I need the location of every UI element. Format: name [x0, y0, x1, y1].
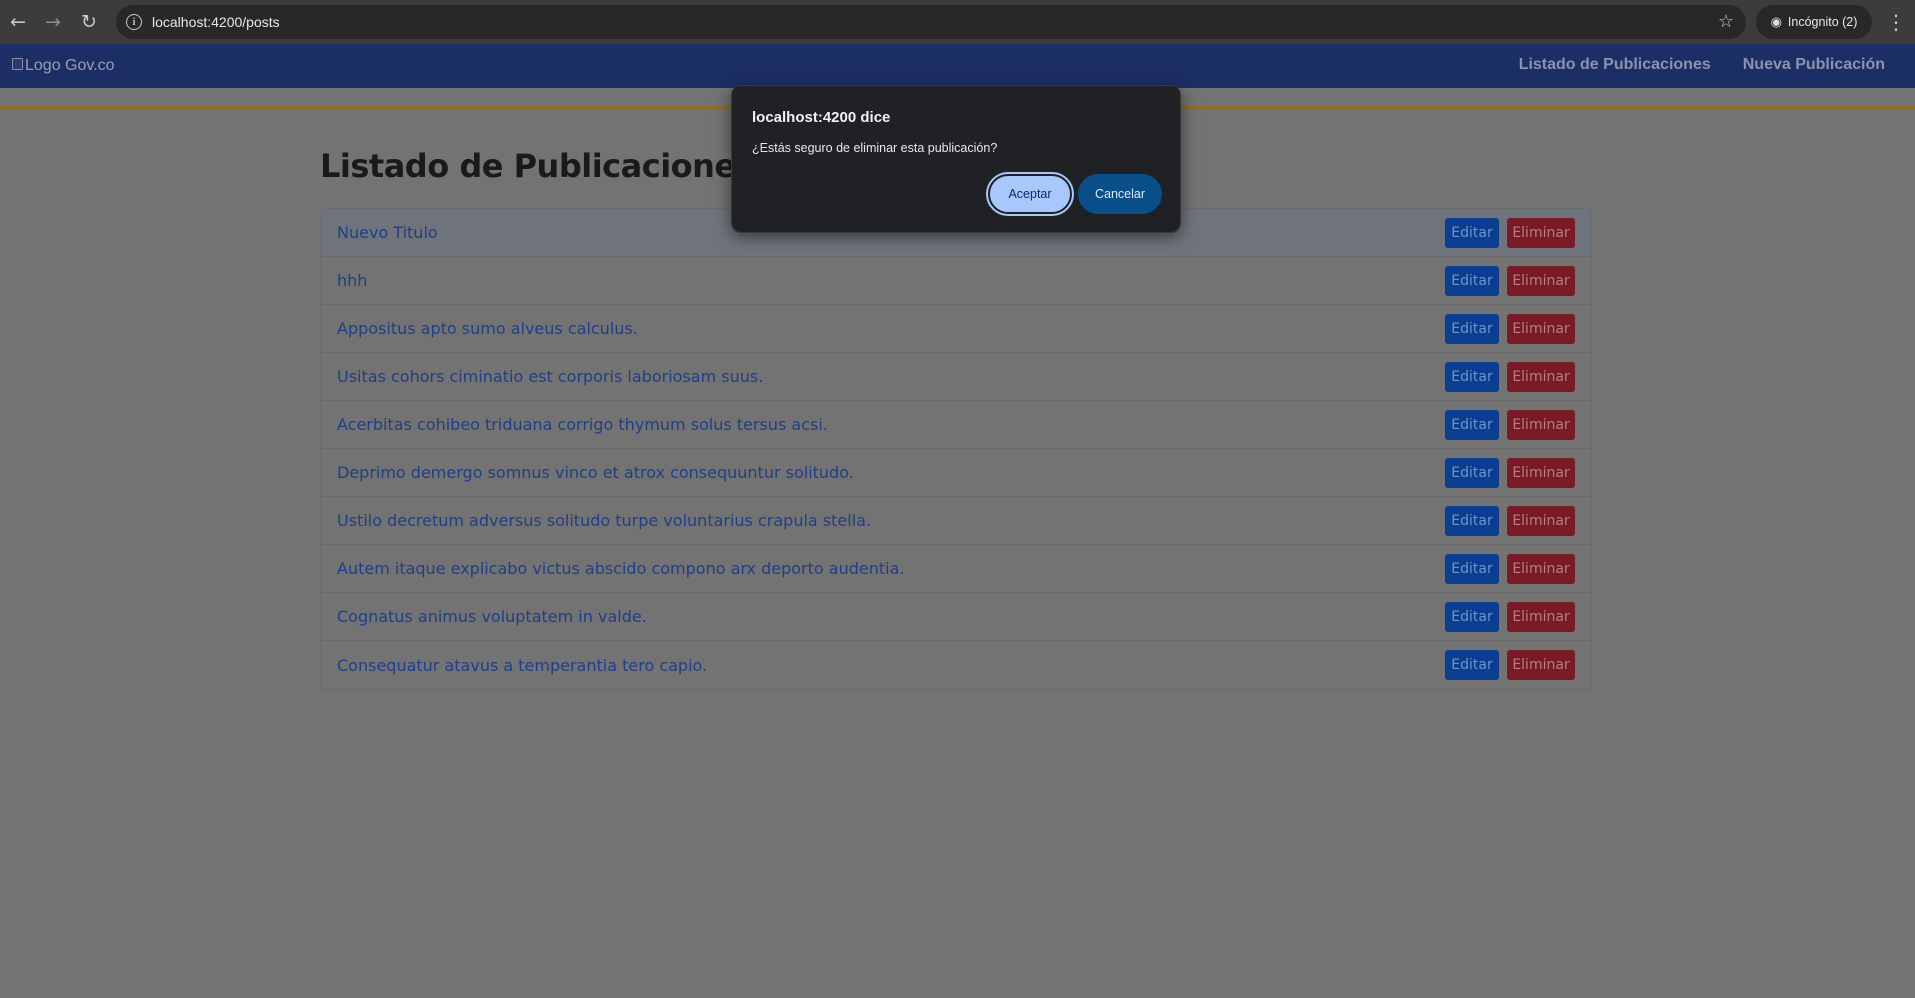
list-item: Ustilo decretum adversus solitudo turpe …	[321, 497, 1591, 545]
row-actions: Editar Eliminar	[1445, 313, 1575, 344]
back-arrow-icon[interactable]: ←	[4, 8, 32, 36]
more-menu-icon[interactable]: ⋮	[1884, 8, 1908, 36]
delete-button[interactable]: Eliminar	[1507, 409, 1575, 440]
page-viewport: Logo Gov.co Listado de Publicaciones Nue…	[0, 44, 1915, 998]
delete-button[interactable]: Eliminar	[1507, 505, 1575, 536]
list-item: Autem itaque explicabo victus abscido co…	[321, 545, 1591, 593]
app-navbar: Logo Gov.co Listado de Publicaciones Nue…	[0, 44, 1915, 88]
dialog-message: ¿Estás seguro de eliminar esta publicaci…	[752, 141, 998, 155]
bookmark-star-icon[interactable]: ☆	[1718, 11, 1734, 32]
logo[interactable]: Logo Gov.co	[12, 57, 115, 75]
post-title-link[interactable]: hhh	[337, 271, 367, 290]
edit-button[interactable]: Editar	[1445, 217, 1499, 248]
list-item: Acerbitas cohibeo triduana corrigo thymu…	[321, 401, 1591, 449]
forward-arrow-icon[interactable]: →	[39, 8, 67, 36]
delete-button[interactable]: Eliminar	[1507, 457, 1575, 488]
nav-link-nueva[interactable]: Nueva Publicación	[1743, 56, 1885, 74]
row-actions: Editar Eliminar	[1445, 553, 1575, 584]
post-title-link[interactable]: Appositus apto sumo alveus calculus.	[337, 319, 638, 338]
row-actions: Editar Eliminar	[1445, 650, 1575, 680]
delete-button[interactable]: Eliminar	[1507, 553, 1575, 584]
edit-button[interactable]: Editar	[1445, 361, 1499, 392]
post-title-link[interactable]: Deprimo demergo somnus vinco et atrox co…	[337, 463, 854, 482]
edit-button[interactable]: Editar	[1445, 553, 1499, 584]
list-item: Appositus apto sumo alveus calculus. Edit…	[321, 305, 1591, 353]
nav-links: Listado de Publicaciones Nueva Publicaci…	[1519, 56, 1885, 74]
info-icon[interactable]: i	[126, 14, 142, 30]
post-title-link[interactable]: Nuevo Titulo	[337, 223, 438, 242]
row-actions: Editar Eliminar	[1445, 217, 1575, 248]
reload-icon[interactable]: ↻	[75, 8, 103, 36]
post-title-link[interactable]: Cognatus animus voluptatem in valde.	[337, 607, 647, 626]
nav-link-listado[interactable]: Listado de Publicaciones	[1519, 56, 1711, 74]
confirm-dialog: localhost:4200 dice ¿Estás seguro de eli…	[731, 85, 1181, 233]
post-title-link[interactable]: Consequatur atavus a temperantia tero ca…	[337, 656, 707, 675]
post-title-link[interactable]: Ustilo decretum adversus solitudo turpe …	[337, 511, 871, 530]
browser-toolbar: ← → ↻ i localhost:4200/posts ☆ ◉ Incógni…	[0, 0, 1915, 44]
edit-button[interactable]: Editar	[1445, 313, 1499, 344]
address-bar[interactable]: i localhost:4200/posts ☆	[116, 5, 1746, 39]
post-title-link[interactable]: Acerbitas cohibeo triduana corrigo thymu…	[337, 415, 828, 434]
delete-button[interactable]: Eliminar	[1507, 361, 1575, 392]
delete-button[interactable]: Eliminar	[1507, 650, 1575, 680]
accept-button[interactable]: Aceptar	[986, 172, 1074, 216]
edit-button[interactable]: Editar	[1445, 505, 1499, 536]
broken-image-icon	[12, 58, 23, 70]
logo-alt-text: Logo Gov.co	[25, 57, 115, 74]
incognito-icon: ◉	[1770, 14, 1782, 29]
list-item: Deprimo demergo somnus vinco et atrox co…	[321, 449, 1591, 497]
edit-button[interactable]: Editar	[1445, 409, 1499, 440]
post-title-link[interactable]: Usitas cohors ciminatio est corporis lab…	[337, 367, 763, 386]
page-title: Listado de Publicaciones	[320, 147, 755, 185]
list-item: Consequatur atavus a temperantia tero ca…	[321, 641, 1591, 689]
list-item: hhh Editar Eliminar	[321, 257, 1591, 305]
incognito-button[interactable]: ◉ Incógnito (2)	[1756, 5, 1872, 39]
list-item: Usitas cohors ciminatio est corporis lab…	[321, 353, 1591, 401]
row-actions: Editar Eliminar	[1445, 265, 1575, 296]
delete-button[interactable]: Eliminar	[1507, 313, 1575, 344]
row-actions: Editar Eliminar	[1445, 361, 1575, 392]
edit-button[interactable]: Editar	[1445, 650, 1499, 680]
delete-button[interactable]: Eliminar	[1507, 265, 1575, 296]
incognito-label: Incógnito (2)	[1787, 15, 1858, 29]
edit-button[interactable]: Editar	[1445, 601, 1499, 632]
post-list: Nuevo Titulo Editar Eliminar hhh Editar Elimi…	[320, 208, 1592, 690]
dialog-title: localhost:4200 dice	[752, 109, 891, 126]
row-actions: Editar Eliminar	[1445, 457, 1575, 488]
list-item: Cognatus animus voluptatem in valde. Edit…	[321, 593, 1591, 641]
row-actions: Editar Eliminar	[1445, 505, 1575, 536]
delete-button[interactable]: Eliminar	[1507, 217, 1575, 248]
post-title-link[interactable]: Autem itaque explicabo victus abscido co…	[337, 559, 904, 578]
edit-button[interactable]: Editar	[1445, 457, 1499, 488]
edit-button[interactable]: Editar	[1445, 265, 1499, 296]
row-actions: Editar Eliminar	[1445, 409, 1575, 440]
row-actions: Editar Eliminar	[1445, 601, 1575, 632]
delete-button[interactable]: Eliminar	[1507, 601, 1575, 632]
cancel-button[interactable]: Cancelar	[1078, 174, 1162, 214]
url-text[interactable]: localhost:4200/posts	[152, 14, 280, 30]
